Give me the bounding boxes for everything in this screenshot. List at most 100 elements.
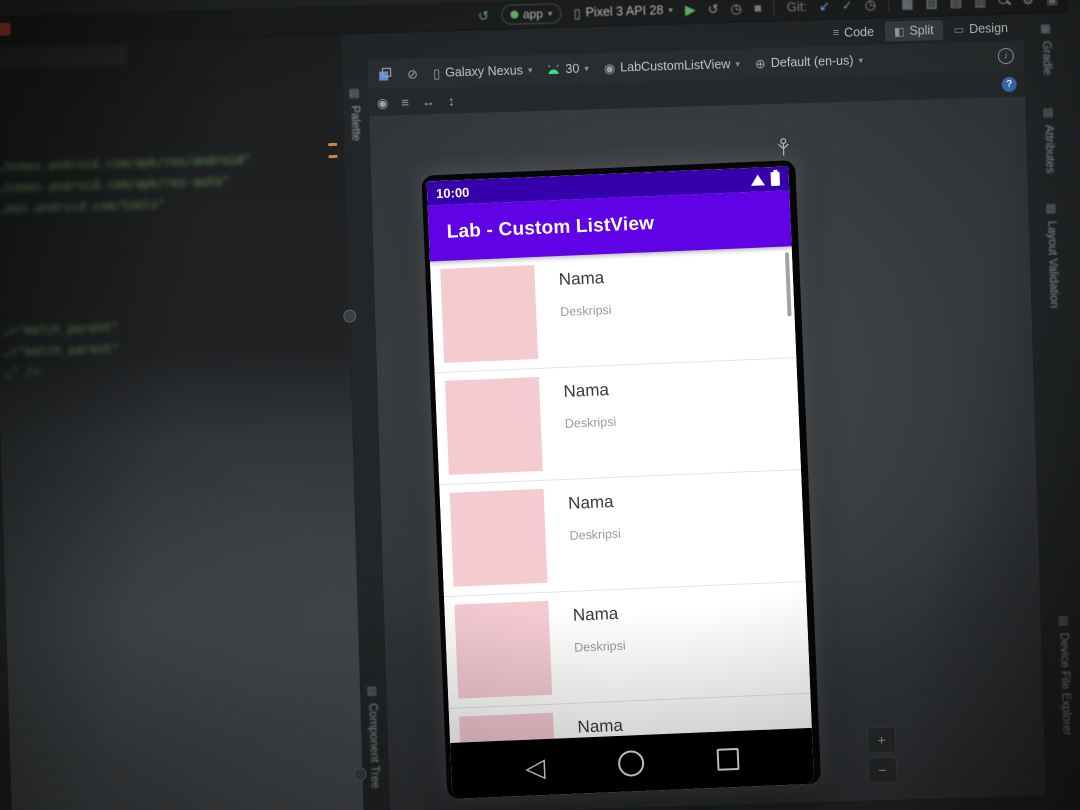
home-button-icon[interactable]	[617, 749, 645, 777]
palette-tool-button[interactable]: ▤ Palette	[347, 86, 362, 141]
list-view[interactable]: Nama Deskripsi Nama Deskripsi Nama Deskr…	[429, 246, 812, 744]
code-line: …" />	[3, 364, 41, 380]
api-level-label: 30	[565, 61, 580, 77]
android-studio-window: ↺ app ▾ ▯ Pixel 3 API 28 ▾ ▶ ↺ ◷ ■ Git: …	[0, 0, 1080, 810]
help-icon[interactable]: ?	[1001, 76, 1017, 92]
list-item[interactable]: Nama Deskripsi	[439, 470, 806, 598]
view-options-icon[interactable]: ◉	[377, 95, 389, 110]
activity-icon: ◉	[603, 60, 616, 76]
phone-icon: ▯	[573, 5, 581, 21]
item-subtitle: Deskripsi	[569, 526, 622, 543]
hide-windows-icon[interactable]: ▣	[1046, 0, 1059, 6]
layout-validation-label: Layout Validation	[1045, 220, 1060, 309]
select-components-icon[interactable]: ≡	[401, 94, 409, 109]
locale-label: Default (en-us)	[770, 53, 854, 70]
code-line: …="match_parent"	[2, 341, 119, 359]
item-title: Nama	[558, 268, 605, 290]
run-config-type-icon	[509, 10, 519, 19]
attributes-icon: ▤	[1041, 105, 1054, 119]
chevron-down-icon: ▾	[527, 64, 533, 75]
device-file-explorer-label: Device File Explorer	[1057, 632, 1073, 736]
list-item[interactable]: Nama Deskripsi	[434, 358, 802, 486]
zoom-in-button[interactable]: +	[866, 726, 897, 754]
sync-project-icon[interactable]: ↺	[478, 8, 489, 23]
phone-screen: 10:00 Lab - Custom ListView Nama Deskrip…	[426, 166, 815, 799]
tab-split[interactable]: ◧ Split	[884, 19, 944, 42]
vertical-resize-icon[interactable]: ↕	[448, 93, 455, 108]
layout-inspector-icon[interactable]: ▧	[925, 0, 938, 10]
recents-button-icon[interactable]	[716, 747, 740, 771]
item-subtitle: Deskripsi	[564, 414, 617, 431]
device-preview[interactable]: 10:00 Lab - Custom ListView Nama Deskrip…	[421, 160, 822, 800]
design-canvas[interactable]: 10:00 Lab - Custom ListView Nama Deskrip…	[369, 96, 1046, 810]
item-title: Nama	[572, 603, 619, 625]
design-icon: ▭	[953, 23, 965, 37]
item-subtitle: Deskripsi	[559, 302, 612, 320]
device-antenna-icon	[777, 138, 789, 156]
status-time: 10:00	[435, 184, 470, 201]
list-item[interactable]: Nama Deskripsi	[429, 246, 797, 374]
gradle-tool-button[interactable]: ▦ Gradle	[1039, 22, 1054, 76]
design-panel: ≡ Code ◧ Split ▭ Design ⊘ ▯ Galaxy Nexus…	[366, 14, 1046, 810]
api-level-dropdown[interactable]: 30 ▾	[547, 61, 589, 76]
chevron-down-icon: ▾	[858, 54, 864, 65]
zoom-out-button[interactable]: −	[867, 756, 898, 784]
toolbar-separator	[773, 0, 775, 15]
git-update-icon[interactable]: ↙	[819, 0, 830, 13]
search-icon[interactable]	[998, 0, 1010, 6]
code-icon: ≡	[832, 26, 840, 40]
split-icon: ◧	[893, 25, 905, 38]
tab-code-label: Code	[843, 24, 875, 40]
code-editor[interactable]: …hemas.android.com/apk/res/android" …hem…	[0, 34, 366, 810]
attributes-label: Attributes	[1042, 124, 1056, 174]
error-stripe-mark	[328, 154, 338, 159]
chevron-down-icon: ▾	[547, 7, 553, 19]
device-selector-label: Pixel 3 API 28	[585, 3, 664, 20]
locale-dropdown[interactable]: ⊕ Default (en-us) ▾	[754, 53, 864, 71]
design-surface-icon[interactable]: ⊘	[407, 66, 418, 81]
device-selector[interactable]: ▯ Pixel 3 API 28 ▾	[573, 3, 673, 20]
chevron-down-icon: ▾	[584, 62, 590, 74]
editor-file-tab[interactable]	[0, 45, 128, 68]
git-label: Git:	[786, 0, 808, 15]
gradle-icon: ▦	[1038, 21, 1052, 36]
git-history-icon[interactable]: ◷	[865, 0, 877, 12]
theme-label: LabCustomListView	[620, 57, 731, 75]
layout-validation-tool-button[interactable]: ▧ Layout Validation	[1044, 202, 1060, 309]
app-bar-title: Lab - Custom ListView	[446, 213, 655, 243]
stop-icon[interactable]: ■	[754, 0, 762, 15]
device-manager-icon[interactable]: ▤	[949, 0, 962, 9]
item-image-placeholder	[444, 376, 543, 475]
gradle-label: Gradle	[1039, 40, 1053, 76]
profiler-icon[interactable]: ◷	[730, 0, 742, 15]
attributes-tool-button[interactable]: ▤ Attributes	[1041, 106, 1056, 174]
tab-split-label: Split	[909, 23, 934, 38]
wifi-icon	[750, 173, 766, 186]
preview-device-dropdown[interactable]: ▯ Galaxy Nexus ▾	[433, 63, 533, 80]
code-block: …="match_parent" …="match_parent" …" />	[2, 317, 119, 383]
project-structure-icon[interactable]: ▦	[901, 0, 914, 11]
run-button[interactable]: ▶	[685, 1, 696, 17]
tab-design[interactable]: ▭ Design	[944, 18, 1017, 40]
theme-dropdown[interactable]: ◉ LabCustomListView ▾	[604, 57, 740, 75]
component-tree-label: Component Tree	[366, 702, 381, 789]
horizontal-resize-icon[interactable]: ↔	[422, 93, 435, 108]
run-config-label: app	[522, 6, 544, 22]
settings-icon[interactable]: ⚙	[1022, 0, 1034, 7]
component-tree-tool-button[interactable]: ▥ Component Tree	[365, 684, 381, 789]
toolbar-separator	[887, 0, 890, 12]
run-config-dropdown[interactable]: app ▾	[500, 3, 562, 25]
git-commit-icon[interactable]: ✓	[842, 0, 853, 12]
tab-code[interactable]: ≡ Code	[823, 22, 883, 44]
list-item[interactable]: Nama Deskripsi	[444, 581, 811, 710]
layout-validation-icon: ▧	[1044, 201, 1057, 215]
device-file-explorer-tool-button[interactable]: ▥ Device File Explorer	[1056, 613, 1073, 735]
layers-icon[interactable]	[378, 67, 392, 81]
apply-changes-icon[interactable]: ↺	[707, 1, 718, 16]
sdk-manager-icon[interactable]: ▥	[974, 0, 987, 8]
globe-icon: ⊕	[754, 55, 767, 71]
info-icon[interactable]: i	[997, 47, 1015, 65]
battery-icon	[770, 171, 781, 187]
back-button-icon[interactable]: ◁	[525, 752, 546, 783]
tab-design-label: Design	[968, 20, 1009, 37]
